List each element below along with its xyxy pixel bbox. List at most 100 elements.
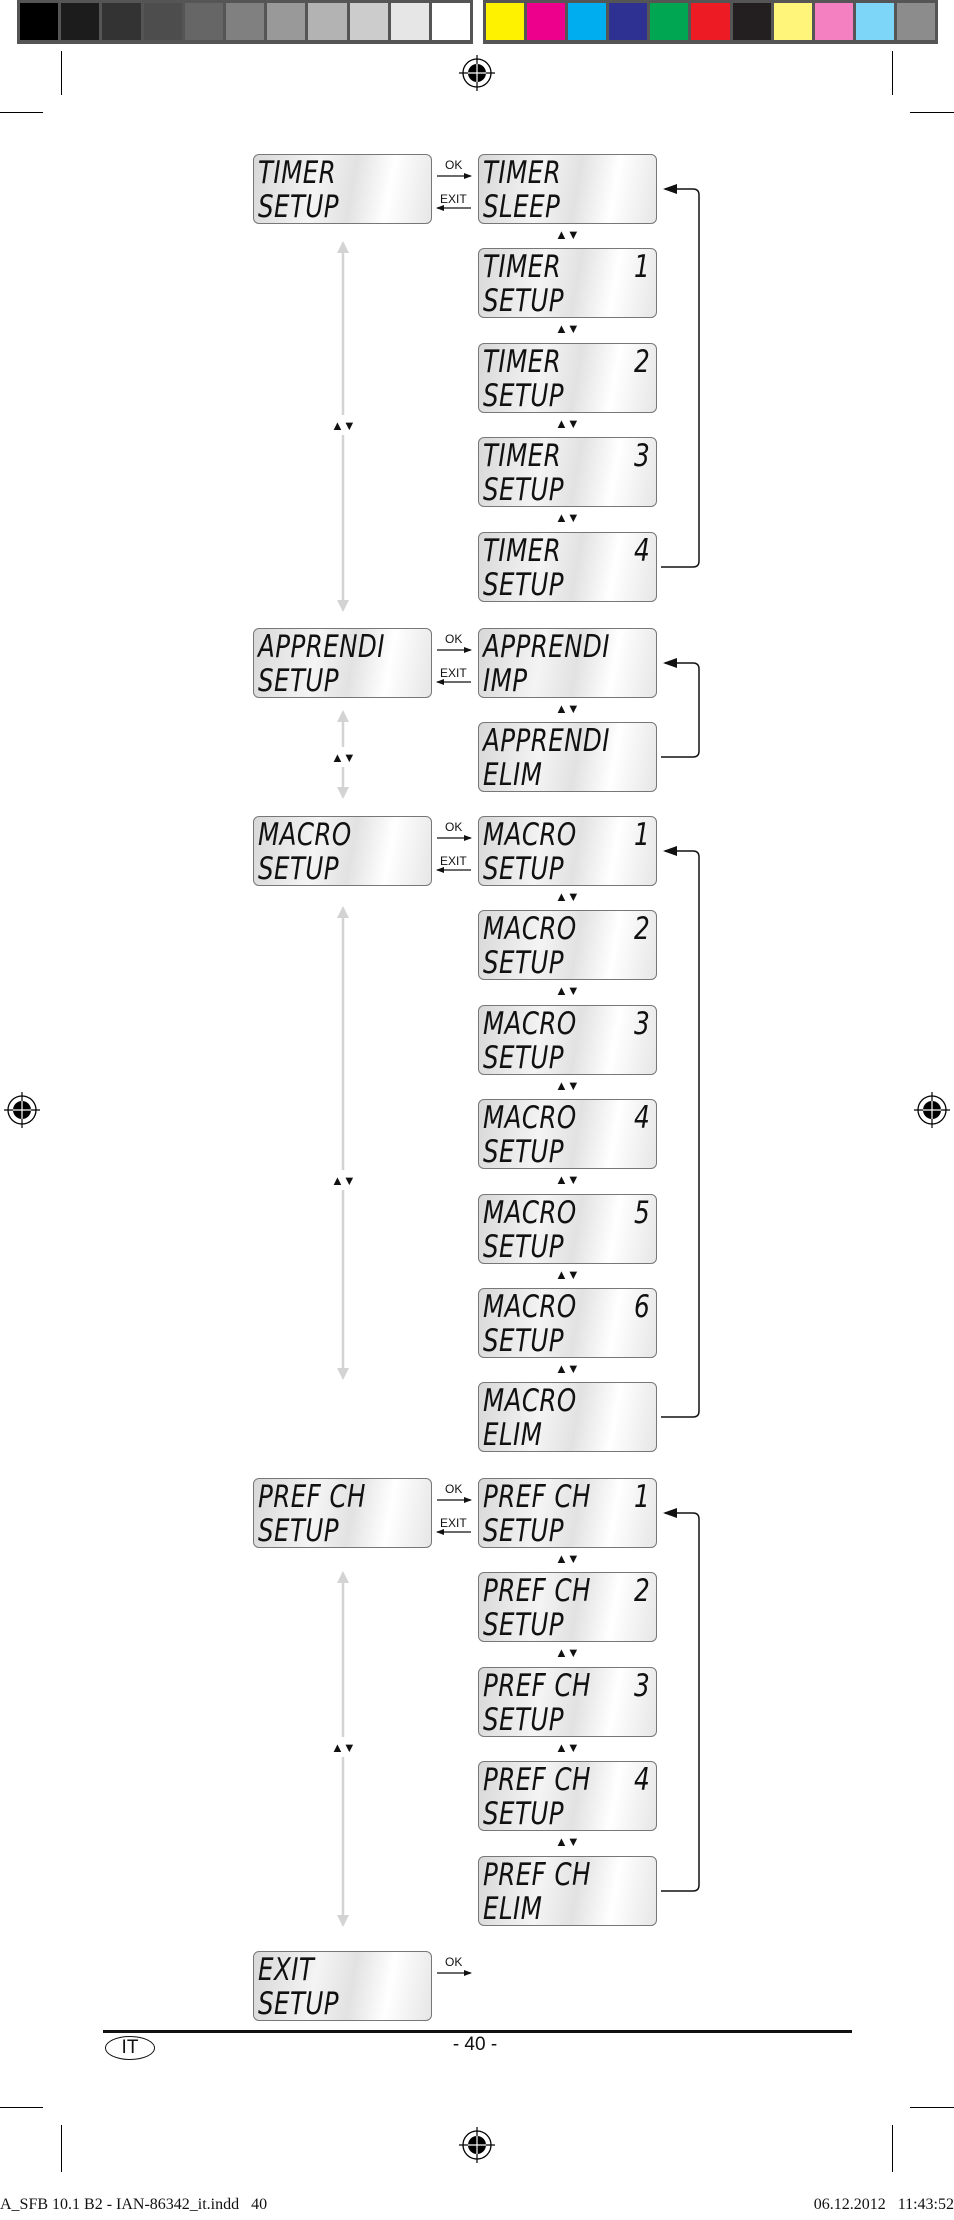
lcd-line-1: APPRENDI [483,723,610,759]
macro-submenu-box: MACRO SETUP 5 [478,1194,657,1264]
up-down-arrows-icon: ▲▼ [555,1834,580,1849]
lcd-line-2: SETUP [258,1513,340,1549]
lcd-line-1: TIMER [483,344,562,380]
lcd-line-1: MACRO [483,817,577,853]
up-down-arrows-icon: ▲▼ [555,701,580,716]
timer-submenu-box: TIMER SETUP 2 [478,343,657,413]
up-down-arrows-icon: ▲▼ [555,889,580,904]
lcd-line-1: EXIT [258,1952,315,1988]
lcd-line-2: SLEEP [483,189,561,225]
timer-submenu-box: TIMER SETUP 1 [478,248,657,318]
lcd-number: 2 [634,1573,650,1609]
lcd-number: 5 [634,1195,650,1231]
lcd-line-2: ELIM [483,1417,543,1453]
page-number: - 40 - [452,2034,498,2055]
lcd-line-1: PREF CH [483,1668,591,1704]
lcd-number: 1 [634,249,650,285]
timer-menu-box: TIMER SETUP [253,154,432,224]
up-down-arrows-icon: ▲▼ [331,750,356,765]
lcd-line-2: IMP [483,663,528,699]
lcd-line-2: SETUP [483,1796,565,1832]
lcd-line-1: APPRENDI [258,629,385,665]
lcd-line-2: SETUP [483,1607,565,1643]
up-down-arrows-icon: ▲▼ [555,1740,580,1755]
up-down-arrows-icon: ▲▼ [555,983,580,998]
lcd-line-1: PREF CH [483,1573,591,1609]
lcd-line-2: ELIM [483,1891,543,1927]
exit-menu-box: EXIT SETUP [253,1951,432,2021]
up-down-arrows-icon: ▲▼ [331,418,356,433]
prefch-submenu-box: PREF CH SETUP 4 [478,1761,657,1831]
prefch-submenu-box: PREF CH SETUP 2 [478,1572,657,1642]
lcd-number: 2 [634,911,650,947]
timer-submenu-box: TIMER SLEEP [478,154,657,224]
lcd-line-1: PREF CH [483,1857,591,1893]
lcd-line-1: TIMER [483,249,562,285]
lcd-number: 4 [634,1100,650,1136]
lcd-line-2: SETUP [483,1702,565,1738]
lcd-line-2: SETUP [483,567,565,603]
apprendi-submenu-box: APPRENDI ELIM [478,722,657,792]
lcd-line-2: SETUP [258,663,340,699]
macro-submenu-box: MACRO SETUP 3 [478,1005,657,1075]
lcd-line-2: ELIM [483,757,543,793]
lcd-line-1: PREF CH [483,1762,591,1798]
print-slug-timestamp: 06.12.2012 11:43:52 [813,2196,954,2213]
up-down-arrows-icon: ▲▼ [555,1645,580,1660]
up-down-arrows-icon: ▲▼ [555,1361,580,1376]
lcd-line-2: SETUP [483,378,565,414]
macro-menu-box: MACRO SETUP [253,816,432,886]
lcd-number: 1 [634,1479,650,1515]
up-down-arrows-icon: ▲▼ [555,227,580,242]
lcd-line-2: SETUP [483,472,565,508]
lcd-line-2: SETUP [483,1229,565,1265]
ok-label: OK [445,632,463,646]
lcd-line-2: SETUP [483,1040,565,1076]
up-down-arrows-icon: ▲▼ [331,1173,356,1188]
loop-back-arrow-icon [661,1508,700,1892]
ok-label: OK [445,1955,463,1969]
macro-submenu-box: MACRO SETUP 2 [478,910,657,980]
lcd-line-2: SETUP [483,945,565,981]
timer-submenu-box: TIMER SETUP 3 [478,437,657,507]
loop-back-arrow-icon [661,846,700,1418]
lcd-number: 1 [634,817,650,853]
loop-back-arrow-icon [661,184,700,568]
prefch-menu-box: PREF CH SETUP [253,1478,432,1548]
macro-submenu-box: MACRO SETUP 1 [478,816,657,886]
lcd-number: 2 [634,344,650,380]
lcd-line-2: SETUP [258,1986,340,2022]
lcd-line-1: MACRO [483,1289,577,1325]
lcd-line-1: MACRO [258,817,352,853]
lcd-line-1: PREF CH [258,1479,366,1515]
lcd-number: 4 [634,1762,650,1798]
up-down-arrows-icon: ▲▼ [555,510,580,525]
diagram-connectors [337,173,700,1976]
exit-label: EXIT [440,854,467,868]
lcd-line-2: SETUP [483,1134,565,1170]
lcd-line-1: MACRO [483,911,577,947]
lcd-line-1: TIMER [483,438,562,474]
language-badge: IT [105,2036,155,2060]
up-down-arrows-icon: ▲▼ [555,1172,580,1187]
lcd-line-2: SETUP [258,189,340,225]
macro-submenu-box: MACRO ELIM [478,1382,657,1452]
lcd-number: 3 [634,1006,650,1042]
footer-rule [103,2030,852,2033]
prefch-submenu-box: PREF CH SETUP 3 [478,1667,657,1737]
lcd-number: 3 [634,438,650,474]
prefch-submenu-box: PREF CH SETUP 1 [478,1478,657,1548]
lcd-line-1: TIMER [483,155,562,191]
lcd-line-2: SETUP [258,851,340,887]
ok-label: OK [445,158,463,172]
ok-label: OK [445,820,463,834]
lcd-line-1: MACRO [483,1195,577,1231]
loop-back-arrow-icon [661,658,700,758]
up-down-arrows-icon: ▲▼ [555,1078,580,1093]
exit-label: EXIT [440,1516,467,1530]
ok-label: OK [445,1482,463,1496]
lcd-line-1: TIMER [258,155,337,191]
lcd-line-1: MACRO [483,1006,577,1042]
lcd-line-1: MACRO [483,1383,577,1419]
lcd-line-2: SETUP [483,851,565,887]
